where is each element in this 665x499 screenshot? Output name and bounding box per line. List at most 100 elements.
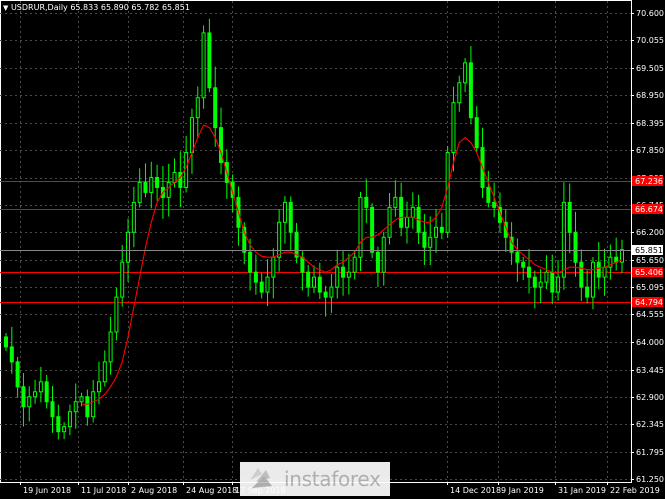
price-candle: [195, 97, 200, 119]
price-candle: [149, 176, 154, 193]
price-candle: [120, 261, 125, 298]
price-candle: [79, 396, 84, 403]
price-candle: [85, 396, 90, 418]
price-candle: [492, 201, 497, 208]
price-chart: 70.600 70.055 69.505 68.950 68.395 67.850 67.2…: [0, 0, 665, 499]
y-tick-label: 68.950: [636, 91, 664, 100]
price-candle: [573, 231, 578, 263]
y-tick-label: 61.250: [636, 475, 664, 484]
price-candle: [50, 401, 55, 418]
price-candle: [277, 221, 282, 258]
price-candle: [527, 266, 532, 278]
price-candle: [561, 201, 566, 278]
price-candle: [44, 381, 49, 403]
watermark-text: instaforex: [284, 467, 381, 491]
current-price-label: 65.851: [635, 246, 663, 255]
y-tick-label: 62.345: [636, 420, 664, 429]
price-candle: [556, 276, 561, 293]
price-candle: [96, 381, 101, 393]
x-tick-label: 2 Aug 2018: [131, 486, 177, 495]
price-candle: [271, 256, 276, 278]
price-candle: [62, 426, 67, 433]
price-candle: [114, 296, 119, 333]
x-tick-label: 24 Aug 2018: [186, 486, 237, 495]
x-tick-label: 19 Jun 2018: [23, 486, 71, 495]
price-candle: [399, 196, 404, 228]
price-candle: [33, 391, 38, 398]
price-candle: [550, 271, 555, 293]
level-label: 67.236: [635, 177, 663, 186]
price-candle: [381, 236, 386, 273]
price-candle: [73, 401, 78, 413]
price-candle: [358, 196, 363, 258]
price-candle: [143, 181, 148, 193]
x-tick-label: 31 Jan 2019: [558, 486, 606, 495]
price-candle: [9, 346, 14, 363]
watermark: instaforex: [240, 462, 390, 496]
y-tick-label: 61.795: [636, 448, 664, 457]
price-candle: [312, 276, 316, 288]
price-candle: [323, 291, 328, 298]
price-candle: [213, 87, 218, 129]
price-candle: [4, 336, 8, 348]
price-candle: [300, 256, 305, 273]
price-candle: [27, 396, 32, 408]
price-candle: [341, 266, 346, 278]
y-tick-label: 70.055: [636, 36, 664, 45]
price-candle: [288, 201, 293, 233]
dropdown-triangle-icon[interactable]: ▼: [3, 4, 8, 12]
price-candle: [248, 251, 253, 273]
price-candle: [259, 281, 264, 293]
price-candle: [404, 216, 409, 228]
price-candle: [352, 256, 357, 273]
price-candle: [375, 251, 380, 273]
y-tick-label: 66.200: [636, 228, 664, 237]
price-candle: [474, 117, 479, 149]
price-candle: [590, 261, 595, 298]
price-candle: [306, 271, 311, 288]
price-candle: [532, 276, 537, 288]
price-candle: [67, 411, 72, 428]
price-candle: [387, 206, 392, 238]
price-candle: [422, 231, 427, 248]
price-candle: [137, 181, 142, 203]
price-candle: [207, 32, 212, 89]
price-candle: [346, 271, 351, 278]
price-candle: [21, 386, 26, 408]
symbol-line: USDRUR,Daily 65.833 65.890 65.782 65.851: [10, 3, 190, 12]
price-candle: [282, 201, 287, 223]
price-candle: [56, 416, 61, 433]
price-candle: [91, 391, 96, 418]
price-candle: [335, 266, 340, 288]
level-label: 65.406: [635, 268, 663, 277]
x-tick-label: 11 Jul 2018: [81, 486, 126, 495]
y-tick-label: 64.555: [636, 310, 664, 319]
chart-header: ▼ USDRUR,Daily 65.833 65.890 65.782 65.8…: [3, 3, 190, 12]
price-candle: [457, 82, 462, 104]
price-candle: [317, 276, 322, 293]
price-candle: [102, 361, 107, 383]
price-candle: [15, 361, 20, 388]
price-candle: [393, 196, 398, 208]
price-candle: [515, 251, 520, 263]
price-candle: [521, 261, 526, 268]
y-tick-label: 67.850: [636, 146, 664, 155]
y-tick-label: 62.900: [636, 393, 664, 402]
x-tick-label: 14 Dec 2018: [450, 486, 501, 495]
price-candle: [486, 186, 491, 203]
price-candle: [108, 331, 113, 363]
y-tick-label: 65.095: [636, 283, 664, 292]
y-tick-label: 69.505: [636, 64, 664, 73]
price-candle: [126, 231, 131, 263]
price-candle: [370, 206, 375, 253]
x-tick-label: 9 Jan 2019: [501, 486, 544, 495]
price-candle: [463, 62, 468, 84]
y-tick-label: 63.445: [636, 366, 664, 375]
price-candle: [166, 181, 171, 198]
level-label: 64.794: [635, 298, 663, 307]
price-candle: [439, 226, 444, 233]
price-candle: [451, 102, 456, 154]
price-candle: [38, 381, 43, 393]
instaforex-logo-icon: [250, 468, 272, 488]
price-candle: [253, 271, 258, 283]
